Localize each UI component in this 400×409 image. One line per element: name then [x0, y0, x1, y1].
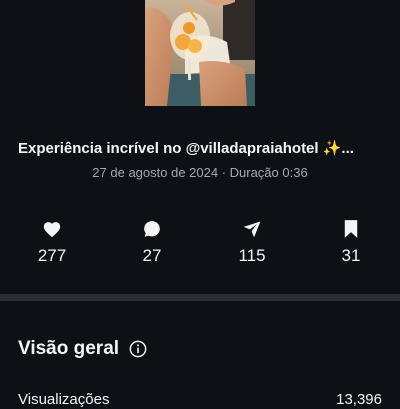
comment-icon	[122, 218, 182, 240]
comments-count: 27	[142, 246, 162, 265]
post-caption: Experiência incrível no @villadapraiahot…	[18, 140, 354, 157]
overview-row-views[interactable]: Visualizações 13,396	[18, 391, 382, 408]
shares-stat: 115	[222, 218, 282, 266]
overview-row-value: 13,396	[336, 391, 382, 408]
likes-count: 277	[37, 246, 67, 265]
overview-header: Visão geral	[18, 338, 147, 360]
comments-stat: 27	[122, 218, 182, 266]
likes-stat: 277	[22, 218, 82, 266]
post-insights-screen: Experiência incrível no @villadapraiahot…	[0, 0, 400, 409]
section-divider	[0, 294, 400, 301]
info-icon[interactable]	[129, 340, 147, 358]
overview-row-label: Visualizações	[18, 391, 110, 408]
shares-count: 115	[238, 246, 266, 265]
bookmark-icon	[321, 218, 381, 240]
saves-count: 31	[341, 246, 361, 265]
post-thumbnail[interactable]	[145, 0, 255, 106]
post-stats: 277 27 115 31	[0, 218, 400, 268]
heart-icon	[22, 218, 82, 240]
saves-stat: 31	[321, 218, 381, 266]
post-meta: 27 de agosto de 2024 · Duração 0:36	[92, 165, 308, 180]
send-icon	[222, 218, 282, 240]
overview-title: Visão geral	[18, 338, 120, 359]
